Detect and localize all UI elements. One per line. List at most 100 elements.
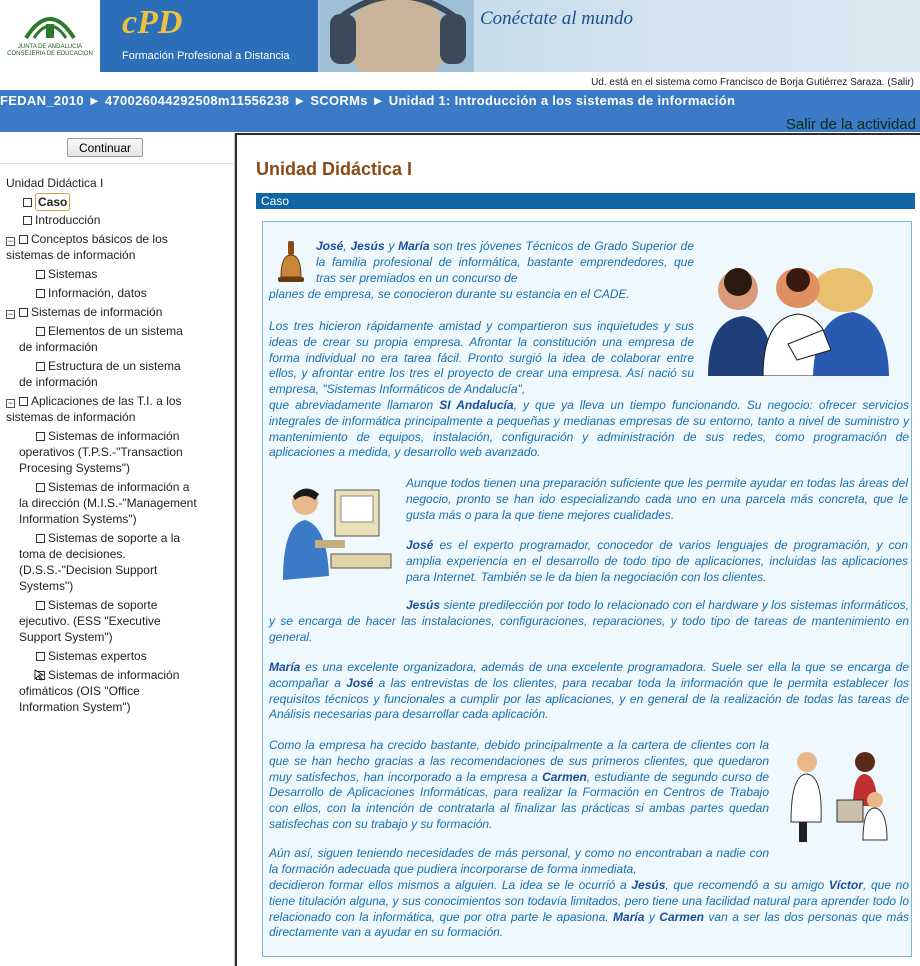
team-illustration [703, 260, 893, 376]
toc-item-ofimaticos[interactable]: Sistemas de información ofimáticos (OIS … [19, 667, 229, 715]
toc-item-caso[interactable]: Caso [23, 193, 71, 211]
case-paragraph-carmen: Como la empresa ha crecido bastante, deb… [269, 738, 769, 831]
toc-item-label: Sistemas de información [48, 429, 180, 443]
toc-item-label-cont: ejecutivo. (ESS "Executive [19, 614, 161, 628]
banner-photo: Conéctate al mundo [318, 0, 920, 72]
page-title: Unidad Didáctica I [256, 159, 413, 179]
toc-item-aplicaciones[interactable]: − Aplicaciones de las T.I. a los sistemas… [6, 393, 182, 425]
divider [0, 163, 234, 164]
toc-item-label-cont: Support System") [19, 630, 113, 644]
toc-item-label-cont: ofimáticos (OIS "Office [19, 684, 140, 698]
case-paragraph-2b: que abreviadamente llamaron SI Andalucía… [269, 398, 910, 460]
checkbox-icon [36, 483, 45, 492]
collapse-toggle-icon[interactable]: − [6, 310, 15, 319]
breadcrumb-separator: ► [87, 93, 102, 108]
checkbox-icon [36, 270, 45, 279]
checkbox-icon [19, 308, 28, 317]
checkbox-icon [19, 397, 28, 406]
junta-emblem-icon [24, 17, 76, 40]
toc-item-label: Sistemas expertos [48, 649, 147, 663]
case-content-box: José, Jesús y María son tres jóvenes Téc… [262, 221, 912, 957]
toc-item-label: Caso [35, 193, 71, 211]
checkbox-icon [36, 652, 45, 661]
toc-item-label: Conceptos básicos de los [31, 232, 168, 246]
toc-item-label: Sistemas de soporte [48, 598, 158, 612]
toc-item-label-cont: Procesing Systems") [19, 461, 130, 475]
logout-link[interactable]: (Salir) [887, 77, 914, 88]
exit-activity-link[interactable]: Salir de la actividad [786, 116, 916, 133]
programmer-illustration [275, 480, 393, 592]
toc-item-label-cont: de información [19, 375, 98, 389]
toc-item-tps[interactable]: Sistemas de información operativos (T.P.… [19, 428, 229, 476]
cpd-logo: cPD Formación Profesional a Distancia [100, 0, 318, 72]
user-name-link[interactable]: Francisco de Borja Gutiérrez Saraza. [720, 77, 885, 88]
toc-item-conceptos[interactable]: − Conceptos básicos de los sistemas de in… [6, 231, 168, 263]
case-paragraph-maria: María es una excelente organizadora, ade… [269, 660, 909, 722]
checkbox-icon [36, 432, 45, 441]
breadcrumb-separator: ► [371, 93, 385, 108]
divider [237, 133, 920, 135]
breadcrumb-unit: Unidad 1: Introducción a los sistemas de… [388, 93, 736, 108]
toc-item-sistemas[interactable]: Sistemas [36, 266, 97, 282]
continue-button[interactable]: Continuar [67, 138, 143, 157]
navigation-bar: FEDAN_2010 ► 470026044292508m11556238 ► … [0, 90, 920, 132]
case-paragraph-victor: Aún así, siguen teniendo necesidades de … [269, 846, 769, 876]
toc-item-elementos[interactable]: Elementos de un sistema de información [19, 323, 224, 355]
toc-item-mis[interactable]: Sistemas de información a la dirección (… [19, 479, 229, 527]
sidebar-toc: Continuar Unidad Didáctica I Caso Introd… [0, 133, 235, 966]
toc-item-label-cont: sistemas de información [6, 410, 136, 424]
toc-item-label: Sistemas de información [31, 305, 163, 319]
toc-item-label-cont: de información [19, 340, 98, 354]
toc-item-label: Elementos de un sistema [48, 324, 183, 338]
main-content: Unidad Didáctica I Caso José, Jesús y Ma… [235, 133, 920, 966]
toc-item-label: Sistemas de información [48, 668, 180, 682]
toc-item-sistemas-informacion[interactable]: − Sistemas de información [6, 304, 162, 320]
junta-text: JUNTA DE ANDALUCIA CONSEJERIA DE EDUCACIO… [7, 44, 93, 57]
case-paragraph-victor-b: decidieron formar ellos mismos a alguien… [269, 878, 910, 940]
checkbox-icon [19, 235, 28, 244]
checkbox-icon [36, 362, 45, 371]
checkbox-icon [23, 216, 32, 225]
user-status-prefix: Ud. está en el sistema como [591, 77, 718, 88]
toc-item-label-cont: toma de decisiones. [19, 547, 126, 561]
case-paragraph-1: José, Jesús y María son tres jóvenes Téc… [316, 239, 695, 285]
toc-item-estructura[interactable]: Estructura de un sistema de información [19, 358, 224, 390]
slogan: Conéctate al mundo [480, 8, 634, 29]
site-banner: JUNTA DE ANDALUCIA CONSEJERIA DE EDUCACIO… [0, 0, 920, 72]
case-paragraph-2: Los tres hicieron rápidamente amistad y … [269, 319, 694, 397]
toc-item-label: Introducción [35, 213, 101, 227]
breadcrumb-code[interactable]: 470026044292508m11556238 [105, 93, 289, 108]
toc-item-label: Estructura de un sistema [48, 359, 181, 373]
toc-item-label: Información, datos [48, 286, 147, 300]
headset-person-icon [320, 0, 474, 72]
toc-item-ess[interactable]: Sistemas de soporte ejecutivo. (ESS "Exe… [19, 597, 229, 645]
breadcrumb-scorms[interactable]: SCORMs [310, 93, 367, 108]
toc-item-label: Sistemas de soporte a la [48, 531, 181, 545]
toc-item-informacion-datos[interactable]: Información, datos [36, 285, 147, 301]
section-bar: Caso [256, 193, 915, 209]
toc-item-introduccion[interactable]: Introducción [23, 212, 100, 228]
breadcrumb: FEDAN_2010 ► 470026044292508m11556238 ► … [0, 93, 735, 108]
junta-logo: JUNTA DE ANDALUCIA CONSEJERIA DE EDUCACIO… [0, 0, 100, 72]
checkbox-icon [36, 601, 45, 610]
toc-item-label-cont: sistemas de información [6, 248, 136, 262]
collapse-toggle-icon[interactable]: − [6, 399, 15, 408]
checkbox-icon [34, 669, 45, 681]
toc-item-label-cont: operativos (T.P.S.-"Transaction [19, 445, 183, 459]
case-paragraph-jose: José es el experto programador, conocedo… [406, 538, 908, 584]
user-status: Ud. está en el sistema como Francisco de… [591, 77, 914, 88]
breadcrumb-course[interactable]: FEDAN_2010 [0, 93, 84, 108]
toc-item-label-cont: la dirección (M.I.S.-"Management [19, 496, 197, 510]
toc-root[interactable]: Unidad Didáctica I [6, 175, 103, 191]
checkbox-icon [36, 327, 45, 336]
collapse-toggle-icon[interactable]: − [6, 237, 15, 246]
case-paragraph-jesus: Jesús siente predilección por todo lo re… [269, 598, 909, 644]
toc-item-expertos[interactable]: Sistemas expertos [36, 648, 147, 664]
case-paragraph-1b: planes de empresa, se conocieron durante… [269, 287, 630, 301]
cpd-logo-text: cPD [122, 4, 183, 41]
office-illustration [779, 742, 889, 846]
toc-item-dss[interactable]: Sistemas de soporte a la toma de decisio… [19, 530, 229, 594]
cursor-icon [34, 669, 45, 681]
case-paragraph-3: Aunque todos tienen una preparación sufi… [406, 476, 908, 522]
toc-item-label: Sistemas de información a [48, 480, 190, 494]
